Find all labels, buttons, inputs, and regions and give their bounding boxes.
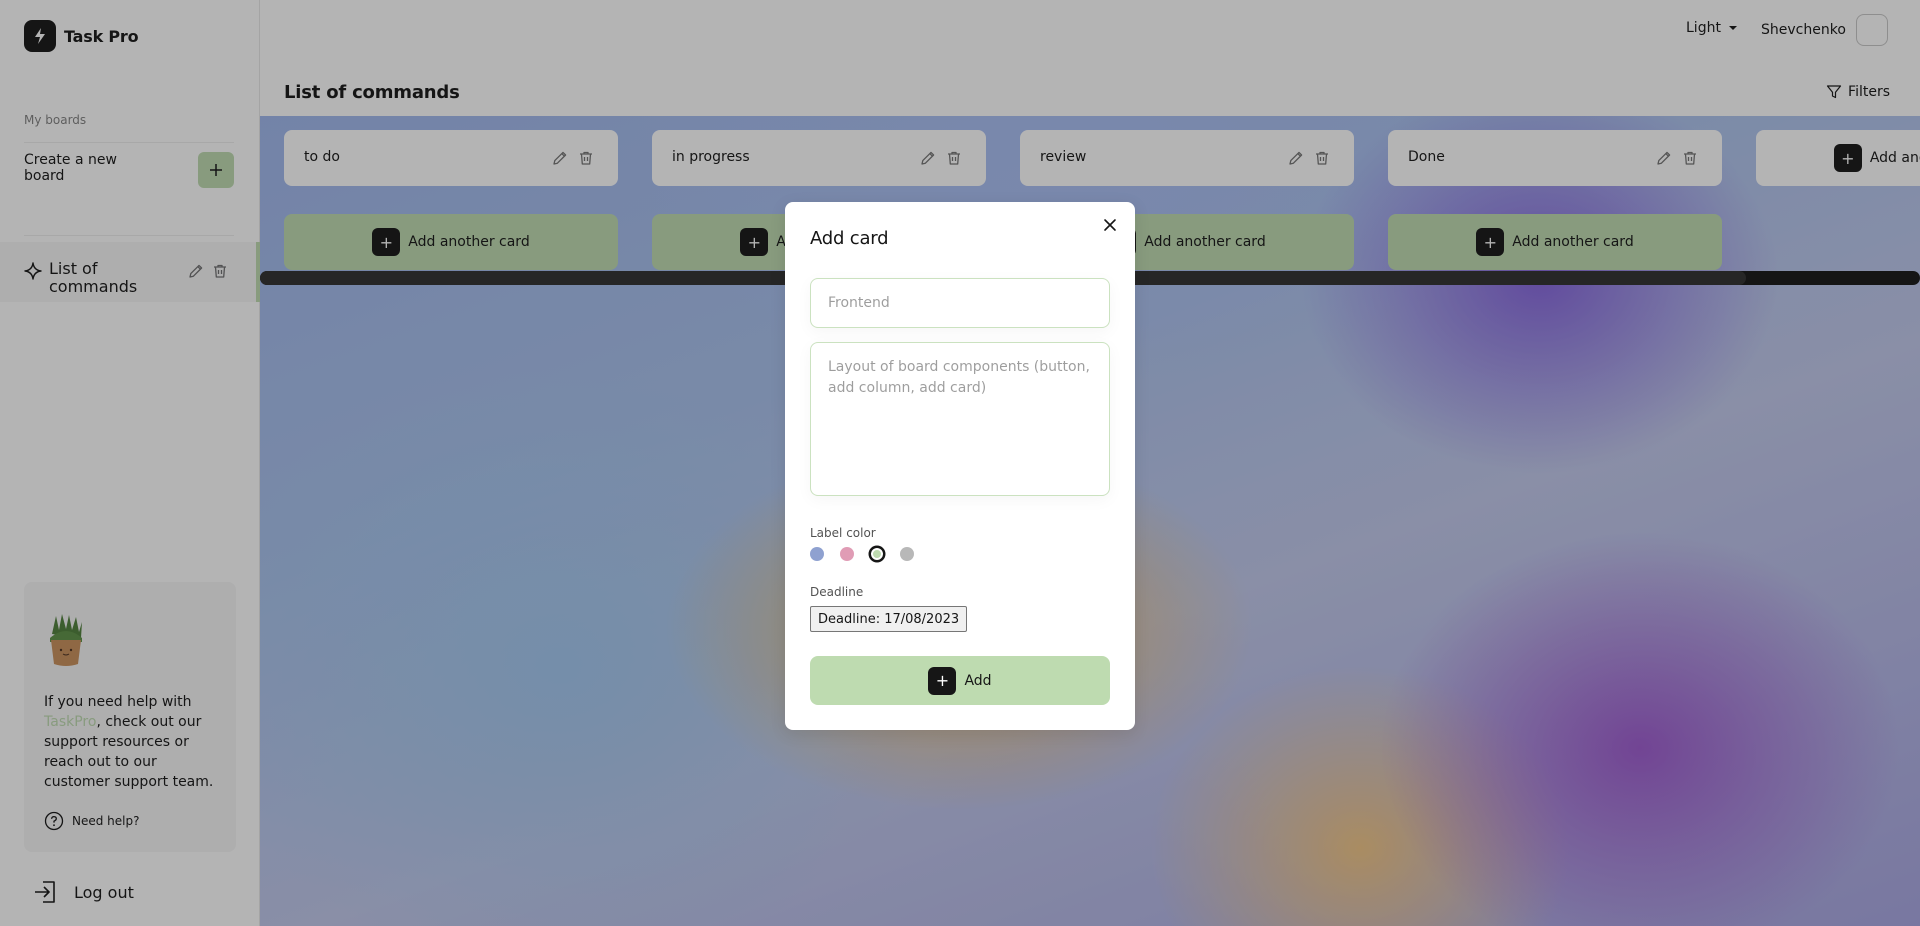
modal-title: Add card [810, 228, 889, 249]
deadline-heading: Deadline [810, 585, 864, 599]
card-title-input[interactable] [810, 278, 1110, 328]
submit-add-card-button[interactable]: + Add [810, 656, 1110, 705]
close-icon[interactable] [1101, 216, 1119, 234]
deadline-picker-button[interactable]: Deadline: 17/08/2023 [810, 606, 968, 632]
plus-icon: + [928, 666, 957, 695]
label-color-swatch[interactable] [810, 547, 824, 561]
add-card-modal: Add card Label color Deadline Deadline: … [785, 202, 1135, 730]
label-color-swatch[interactable] [870, 547, 884, 561]
label-color-swatch[interactable] [840, 547, 854, 561]
submit-label: Add [964, 672, 992, 689]
card-description-input[interactable] [810, 342, 1110, 496]
label-color-options [810, 547, 914, 561]
label-color-swatch[interactable] [900, 547, 914, 561]
label-color-heading: Label color [810, 526, 876, 540]
